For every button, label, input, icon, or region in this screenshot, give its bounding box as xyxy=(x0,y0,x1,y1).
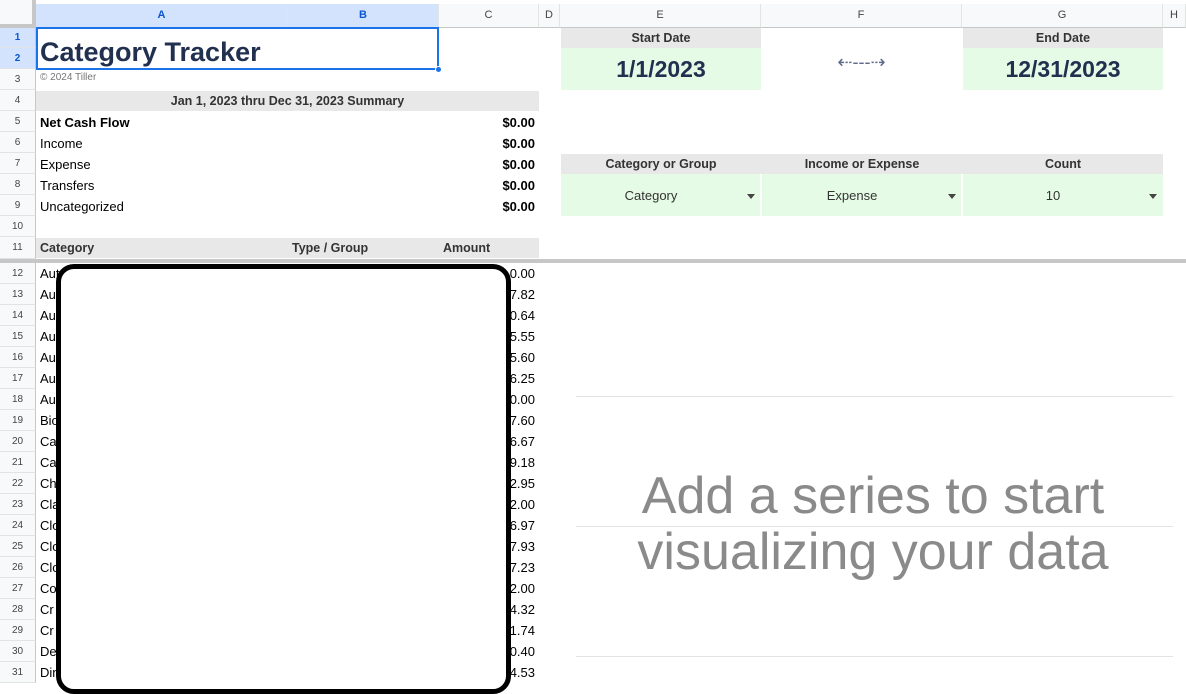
start-date-value: 1/1/2023 xyxy=(616,56,706,82)
summary-value: $0.00 xyxy=(502,178,535,193)
summary-label: Income xyxy=(40,136,83,151)
table-row-category: Co xyxy=(40,581,57,596)
table-row-category: Au xyxy=(40,392,56,407)
count-value: 10 xyxy=(1045,188,1061,203)
summary-value: $0.00 xyxy=(502,157,535,172)
column-header-f[interactable]: F xyxy=(761,4,962,28)
count-dropdown[interactable]: 10 xyxy=(963,174,1163,216)
row-header[interactable]: 8 xyxy=(0,174,36,195)
summary-label: Net Cash Flow xyxy=(40,115,130,130)
row-header[interactable]: 22 xyxy=(0,473,36,494)
column-header-g[interactable]: G xyxy=(962,4,1163,28)
row-header[interactable]: 28 xyxy=(0,599,36,620)
column-header-c[interactable]: C xyxy=(439,4,539,28)
column-header-h[interactable]: H xyxy=(1163,4,1186,28)
table-row-category: Cr xyxy=(40,623,54,638)
select-all-corner[interactable] xyxy=(0,0,36,28)
summary-header: Jan 1, 2023 thru Dec 31, 2023 Summary xyxy=(170,94,405,108)
row-header[interactable]: 18 xyxy=(0,389,36,410)
table-header-amount: Amount xyxy=(443,241,491,255)
table-row-category: Au xyxy=(40,329,56,344)
row-header[interactable]: 13 xyxy=(0,284,36,305)
chart-area[interactable]: Add a series to start visualizing your d… xyxy=(560,263,1186,677)
category-or-group-value: Category xyxy=(624,188,678,203)
column-header-d[interactable]: D xyxy=(539,4,560,28)
copyright-text: © 2024 Tiller xyxy=(40,72,97,83)
row-header[interactable]: 29 xyxy=(0,620,36,641)
row-header[interactable]: 12 xyxy=(0,263,36,284)
row-header[interactable]: 5 xyxy=(0,111,36,132)
income-or-expense-value: Expense xyxy=(826,188,878,203)
chevron-down-icon[interactable] xyxy=(747,194,755,199)
row-header[interactable]: 9 xyxy=(0,195,36,216)
row-header[interactable]: 23 xyxy=(0,494,36,515)
table-row-category: De xyxy=(40,644,57,659)
table-row-category: Au xyxy=(40,371,56,386)
category-or-group-label: Category or Group xyxy=(605,157,717,171)
summary-value: $0.00 xyxy=(502,199,535,214)
row-header[interactable]: 19 xyxy=(0,410,36,431)
start-date-label: Start Date xyxy=(631,31,691,45)
row-header[interactable]: 17 xyxy=(0,368,36,389)
row-header[interactable]: 6 xyxy=(0,132,36,153)
row-header[interactable]: 11 xyxy=(0,237,36,259)
overlay-panel xyxy=(56,264,511,694)
column-header-e[interactable]: E xyxy=(560,4,761,28)
row-header[interactable]: 31 xyxy=(0,662,36,683)
row-header[interactable]: 21 xyxy=(0,452,36,473)
row-header[interactable]: 25 xyxy=(0,536,36,557)
fill-handle[interactable] xyxy=(435,66,442,73)
chart-gridline xyxy=(576,656,1173,657)
row-header[interactable]: 10 xyxy=(0,216,36,237)
date-range-arrow-icon: ⇠---⇢ xyxy=(837,52,886,72)
table-row-category: Au xyxy=(40,287,56,302)
row-header[interactable]: 26 xyxy=(0,557,36,578)
column-header-b[interactable]: B xyxy=(288,4,439,28)
table-row-category: Ca xyxy=(40,455,57,470)
row-header[interactable]: 27 xyxy=(0,578,36,599)
summary-label: Expense xyxy=(40,157,91,172)
row-header[interactable]: 4 xyxy=(0,90,36,111)
chevron-down-icon[interactable] xyxy=(948,194,956,199)
summary-value: $0.00 xyxy=(502,136,535,151)
row-header[interactable]: 2 xyxy=(0,48,36,69)
table-row-category: Ca xyxy=(40,434,57,449)
chevron-down-icon[interactable] xyxy=(1149,194,1157,199)
page-title: Category Tracker xyxy=(40,37,261,67)
income-or-expense-dropdown[interactable]: Expense xyxy=(762,174,962,216)
row-header[interactable]: 16 xyxy=(0,347,36,368)
category-or-group-dropdown[interactable]: Category xyxy=(561,174,761,216)
row-header[interactable]: 15 xyxy=(0,326,36,347)
end-date-value: 12/31/2023 xyxy=(1005,56,1121,82)
chart-placeholder-line2: visualizing your data xyxy=(637,523,1109,581)
table-row-category: Au xyxy=(40,308,56,323)
chart-gridline xyxy=(576,396,1173,397)
table-header-category: Category xyxy=(40,241,95,255)
end-date-label: End Date xyxy=(1035,31,1091,45)
row-header[interactable]: 1 xyxy=(0,28,36,48)
row-header[interactable]: 20 xyxy=(0,431,36,452)
row-header[interactable]: 24 xyxy=(0,515,36,536)
table-row-category: Au xyxy=(40,350,56,365)
summary-label: Transfers xyxy=(40,178,95,193)
row-header[interactable]: 30 xyxy=(0,641,36,662)
row-header[interactable]: 14 xyxy=(0,305,36,326)
table-row-category: Ch xyxy=(40,476,57,491)
row-header[interactable]: 3 xyxy=(0,69,36,90)
table-header-type-group: Type / Group xyxy=(292,241,369,255)
table-row-category: Cr xyxy=(40,602,54,617)
count-label: Count xyxy=(1044,157,1082,171)
column-header-a[interactable]: A xyxy=(36,4,288,28)
income-or-expense-label: Income or Expense xyxy=(804,157,920,171)
summary-label: Uncategorized xyxy=(40,199,124,214)
summary-value: $0.00 xyxy=(502,115,535,130)
chart-placeholder-line1: Add a series to start xyxy=(641,467,1105,525)
row-header[interactable]: 7 xyxy=(0,153,36,174)
